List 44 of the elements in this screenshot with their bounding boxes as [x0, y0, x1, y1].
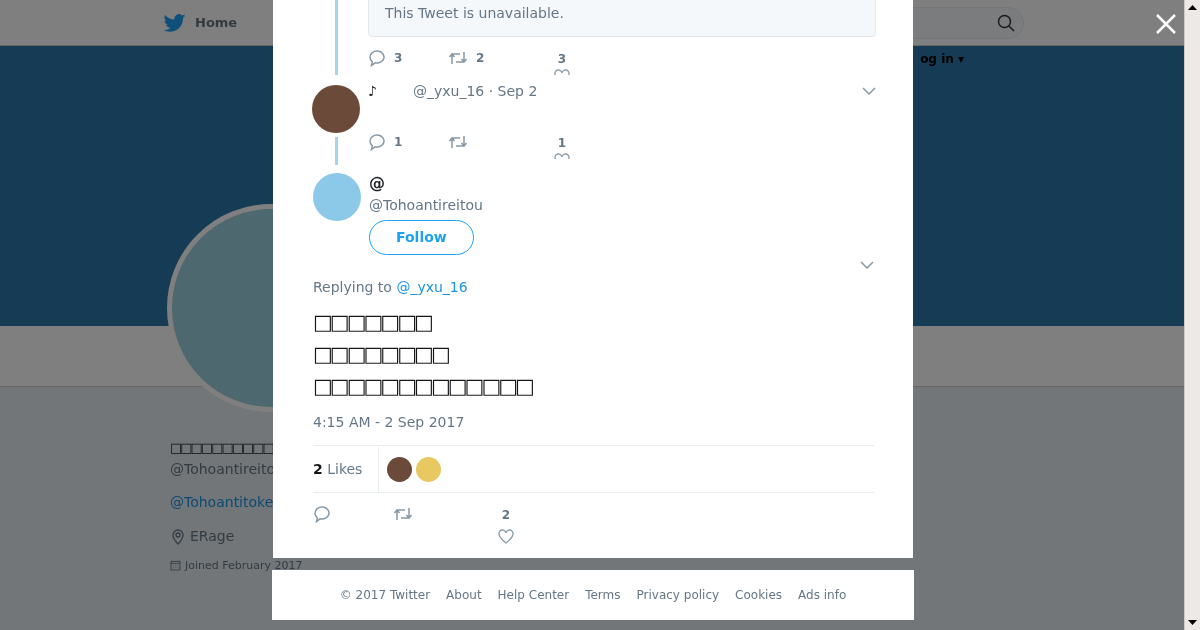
follow-button[interactable]: Follow: [369, 220, 474, 255]
footer-link[interactable]: Cookies: [735, 586, 783, 604]
profile-name: □□□□□□□□□□: [170, 439, 273, 457]
liker-avatar[interactable]: [387, 456, 413, 482]
chevron-down-icon[interactable]: [862, 87, 876, 95]
reply-icon[interactable]: [368, 133, 386, 151]
retweet-icon[interactable]: [393, 505, 413, 523]
footer-link[interactable]: Help Center: [497, 586, 570, 604]
mention-link[interactable]: @_yxu_16: [396, 279, 468, 295]
footer-link[interactable]: Terms: [585, 586, 621, 604]
like-count: 3: [557, 51, 567, 68]
profile-handle: @Tohoantireito: [170, 460, 275, 479]
avatar[interactable]: [312, 85, 360, 133]
home-link[interactable]: Home: [163, 12, 238, 33]
tweet-meta: @_yxu_16 · Sep 2: [413, 81, 538, 101]
joined-date: Joined February 2017: [185, 560, 303, 571]
retweet-icon[interactable]: [448, 133, 468, 151]
calendar-icon: [170, 560, 181, 571]
user-name[interactable]: ♪: [368, 80, 413, 102]
tweet-text: □□□□□□□ □□□□□□□□ □□□□□□□□□□□□□: [313, 309, 534, 400]
replying-to-text: Replying to @_yxu_16: [313, 278, 469, 297]
profile-location: ERage: [190, 527, 235, 546]
unavailable-tweet-notice: This Tweet is unavailable.: [368, 0, 876, 37]
copyright-text: © 2017 Twitter: [339, 587, 431, 604]
like-count: 1: [557, 135, 567, 152]
close-icon[interactable]: [1156, 14, 1176, 34]
footer-link[interactable]: Ads info: [798, 586, 847, 604]
search-icon[interactable]: [997, 13, 1015, 32]
retweet-count: 2: [476, 50, 485, 67]
reply-count: 1: [394, 134, 403, 151]
reply-icon[interactable]: [368, 49, 386, 67]
retweet-icon[interactable]: [448, 49, 468, 67]
location-pin-icon: [170, 528, 186, 545]
like-count: 2: [501, 507, 511, 524]
reply-icon[interactable]: [313, 505, 331, 523]
reply-count: 3: [394, 50, 403, 67]
footer-link[interactable]: About: [446, 586, 482, 604]
footer-link[interactable]: Privacy policy: [636, 586, 720, 604]
likes-count[interactable]: 2 Likes: [313, 446, 380, 492]
user-handle[interactable]: @Tohoantireitou: [369, 195, 874, 216]
user-name[interactable]: @: [369, 173, 874, 195]
tweet-timestamp: 4:15 AM - 2 Sep 2017: [313, 413, 466, 432]
chevron-down-icon[interactable]: [860, 261, 874, 269]
bird-icon[interactable]: [163, 12, 187, 33]
